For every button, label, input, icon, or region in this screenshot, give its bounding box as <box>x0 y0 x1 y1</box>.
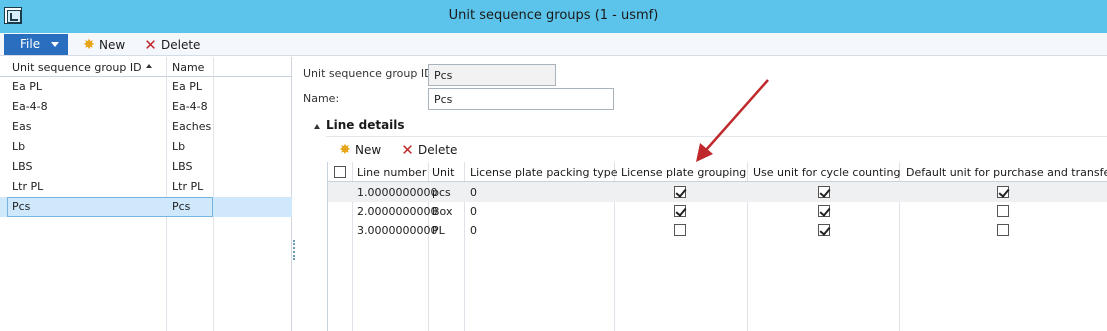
annotation-arrow <box>696 79 769 162</box>
annotation-arrow-shaft <box>705 79 769 151</box>
